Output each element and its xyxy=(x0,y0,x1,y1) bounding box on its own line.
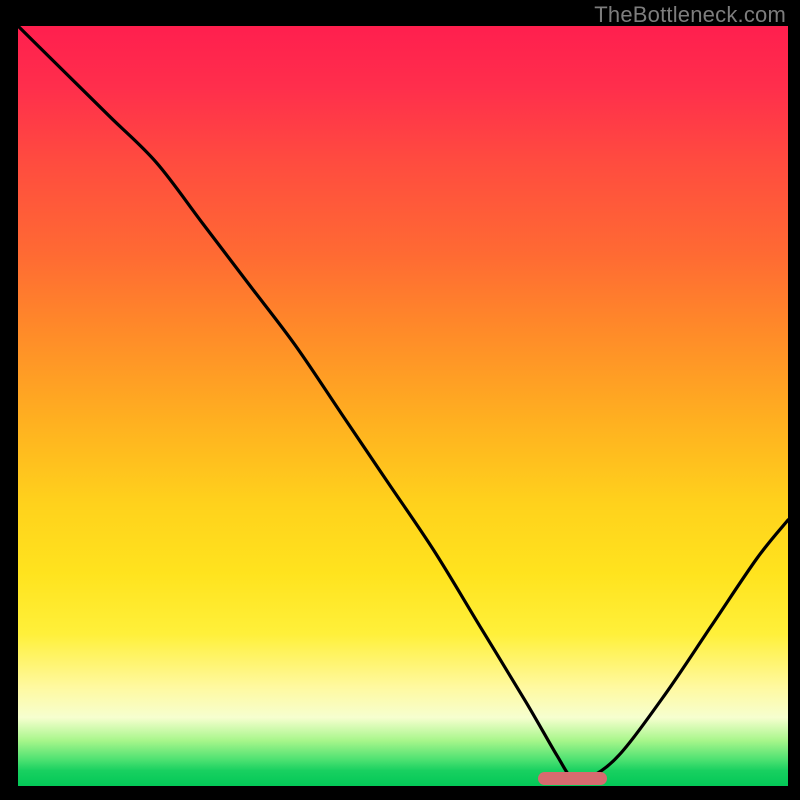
curve-path xyxy=(18,26,788,781)
optimal-zone-marker xyxy=(538,772,607,785)
plot-area xyxy=(18,26,788,786)
chart-frame: TheBottleneck.com xyxy=(0,0,800,800)
bottleneck-curve xyxy=(18,26,788,786)
watermark-text: TheBottleneck.com xyxy=(594,2,786,28)
